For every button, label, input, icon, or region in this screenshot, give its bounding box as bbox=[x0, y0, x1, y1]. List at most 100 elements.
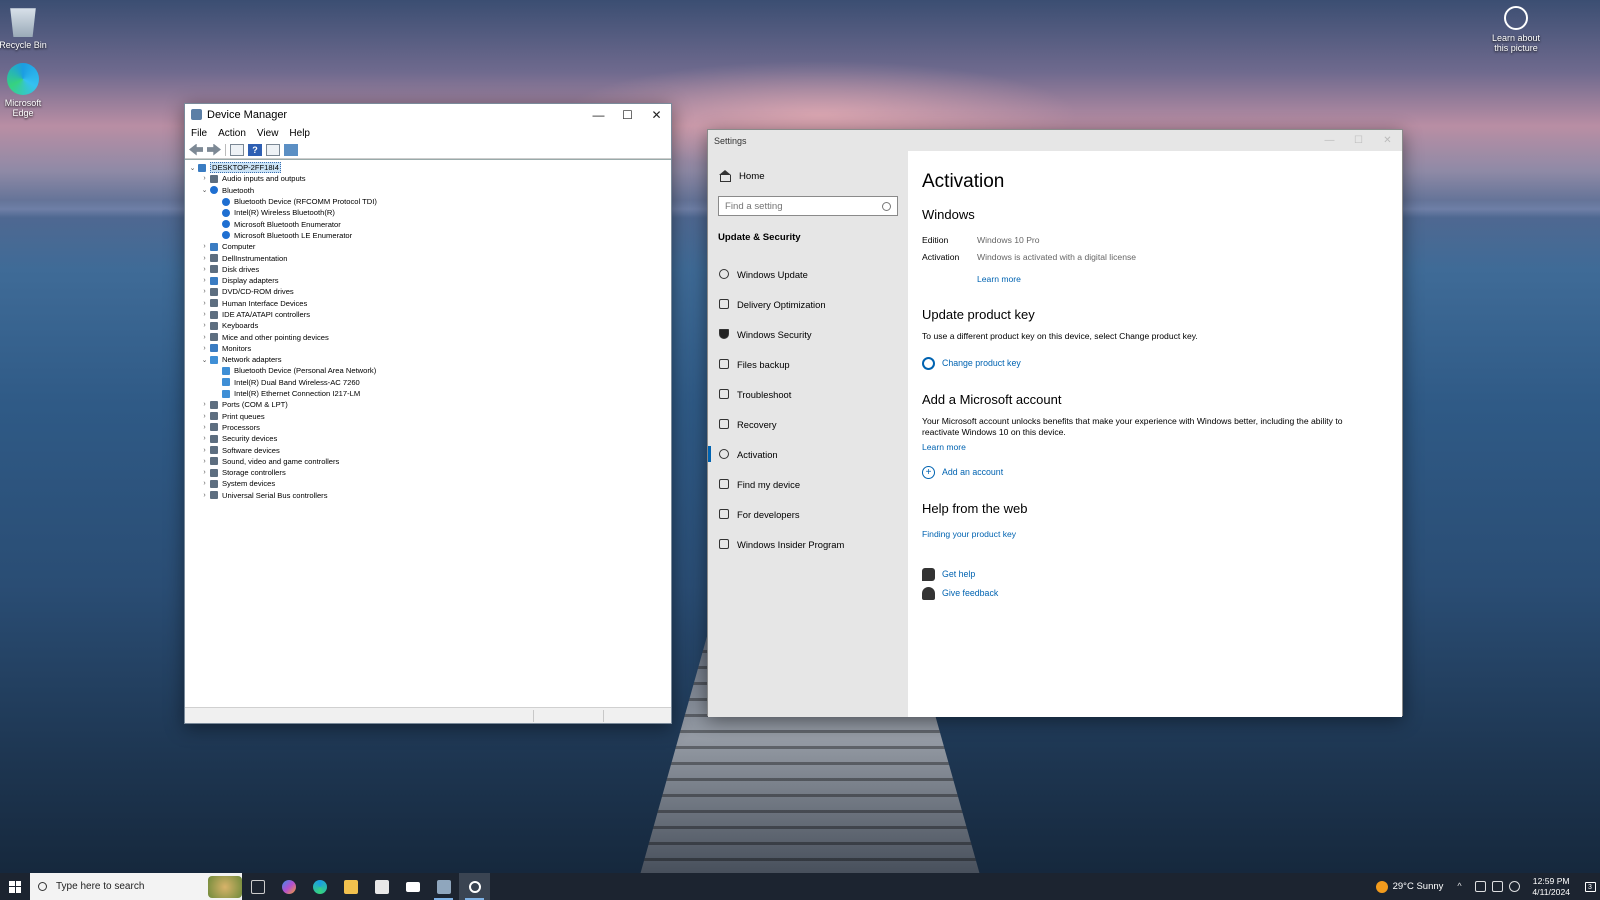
tree-node[interactable]: › Sound, video and game controllers bbox=[185, 456, 671, 467]
expand-chevron-icon[interactable]: › bbox=[199, 458, 210, 465]
close-button[interactable]: ✕ bbox=[1373, 130, 1402, 151]
tree-node[interactable]: › System devices bbox=[185, 478, 671, 489]
tree-node[interactable]: › DVD/CD-ROM drives bbox=[185, 286, 671, 297]
nav-item-activation[interactable]: Activation bbox=[708, 439, 908, 469]
maximize-button[interactable]: ☐ bbox=[613, 104, 642, 125]
nav-item-for-developers[interactable]: For developers bbox=[708, 499, 908, 529]
learn-more-link[interactable]: Learn more bbox=[977, 274, 1021, 284]
nav-item-recovery[interactable]: Recovery bbox=[708, 409, 908, 439]
tree-node[interactable]: › Audio inputs and outputs bbox=[185, 173, 671, 184]
nav-item-troubleshoot[interactable]: Troubleshoot bbox=[708, 379, 908, 409]
give-feedback-button[interactable]: Give feedback bbox=[922, 586, 1402, 600]
expand-chevron-icon[interactable]: › bbox=[199, 492, 210, 499]
taskbar-file-explorer[interactable] bbox=[335, 873, 366, 900]
desktop-icon-recycle-bin[interactable]: Recycle Bin bbox=[0, 5, 53, 50]
expand-chevron-icon[interactable]: › bbox=[199, 175, 210, 182]
tree-node[interactable]: › Software devices bbox=[185, 444, 671, 455]
forward-arrow-icon[interactable] bbox=[207, 143, 221, 156]
desktop-icon-learn-picture[interactable]: Learn about this picture bbox=[1486, 6, 1546, 53]
start-button[interactable] bbox=[0, 873, 30, 900]
tree-node[interactable]: ⌄ Bluetooth bbox=[185, 185, 671, 196]
help-icon[interactable]: ? bbox=[248, 143, 262, 156]
menu-help[interactable]: Help bbox=[289, 128, 310, 139]
weather-widget[interactable]: 29°C Sunny bbox=[1375, 880, 1443, 893]
nav-item-windows-insider-program[interactable]: Windows Insider Program bbox=[708, 529, 908, 559]
expand-chevron-icon[interactable]: › bbox=[199, 334, 210, 341]
expand-chevron-icon[interactable]: › bbox=[199, 435, 210, 442]
nav-item-windows-update[interactable]: Windows Update bbox=[708, 259, 908, 289]
tree-node[interactable]: Microsoft Bluetooth Enumerator bbox=[185, 218, 671, 229]
tree-node[interactable]: › IDE ATA/ATAPI controllers bbox=[185, 309, 671, 320]
security-tray-icon[interactable] bbox=[1475, 881, 1487, 892]
tree-node[interactable]: Intel(R) Dual Band Wireless-AC 7260 bbox=[185, 377, 671, 388]
expand-chevron-icon[interactable]: › bbox=[199, 447, 210, 454]
back-arrow-icon[interactable] bbox=[189, 143, 203, 156]
taskbar-store[interactable] bbox=[366, 873, 397, 900]
menu-action[interactable]: Action bbox=[218, 128, 246, 139]
expand-chevron-icon[interactable]: › bbox=[199, 424, 210, 431]
task-view-button[interactable] bbox=[242, 873, 273, 900]
expand-chevron-icon[interactable]: › bbox=[199, 277, 210, 284]
tree-node[interactable]: › DellInstrumentation bbox=[185, 252, 671, 263]
expand-chevron-icon[interactable]: › bbox=[199, 345, 210, 352]
network-icon[interactable] bbox=[1492, 881, 1504, 892]
chevron-up-icon[interactable]: ^ bbox=[1457, 881, 1469, 892]
taskbar-search[interactable]: Type here to search bbox=[30, 873, 242, 900]
expand-chevron-icon[interactable]: › bbox=[199, 311, 210, 318]
minimize-button[interactable]: — bbox=[1315, 130, 1344, 151]
collapse-chevron-icon[interactable]: ⌄ bbox=[199, 356, 210, 364]
change-key-button[interactable]: Change product key bbox=[922, 356, 1402, 370]
nav-home[interactable]: Home bbox=[708, 167, 908, 185]
tree-node[interactable]: › Mice and other pointing devices bbox=[185, 331, 671, 342]
close-button[interactable]: ✕ bbox=[642, 104, 671, 125]
tree-node[interactable]: Intel(R) Ethernet Connection I217-LM bbox=[185, 388, 671, 399]
volume-icon[interactable] bbox=[1509, 881, 1521, 892]
taskbar-edge[interactable] bbox=[304, 873, 335, 900]
tree-node[interactable]: Intel(R) Wireless Bluetooth(R) bbox=[185, 207, 671, 218]
tree-node[interactable]: Microsoft Bluetooth LE Enumerator bbox=[185, 230, 671, 241]
title-bar[interactable]: Device Manager — ☐ ✕ bbox=[185, 104, 671, 125]
expand-chevron-icon[interactable]: › bbox=[199, 401, 210, 408]
notification-button[interactable]: 3 bbox=[1580, 873, 1600, 900]
settings-search-input[interactable] bbox=[725, 200, 882, 212]
search-icon[interactable] bbox=[882, 201, 891, 211]
nav-item-delivery-optimization[interactable]: Delivery Optimization bbox=[708, 289, 908, 319]
taskbar-copilot[interactable] bbox=[273, 873, 304, 900]
expand-chevron-icon[interactable]: › bbox=[199, 266, 210, 273]
minimize-button[interactable]: — bbox=[584, 104, 613, 125]
tree-node[interactable]: › Disk drives bbox=[185, 264, 671, 275]
expand-chevron-icon[interactable]: › bbox=[199, 480, 210, 487]
tree-node[interactable]: ⌄ DESKTOP-2FF18I4 bbox=[185, 162, 671, 174]
tree-node[interactable]: Bluetooth Device (Personal Area Network) bbox=[185, 365, 671, 376]
expand-chevron-icon[interactable]: › bbox=[199, 255, 210, 262]
expand-chevron-icon[interactable]: › bbox=[199, 243, 210, 250]
tree-node[interactable]: › Processors bbox=[185, 422, 671, 433]
expand-chevron-icon[interactable]: › bbox=[199, 469, 210, 476]
tree-node[interactable]: › Computer bbox=[185, 241, 671, 252]
tree-node[interactable]: › Universal Serial Bus controllers bbox=[185, 490, 671, 501]
tree-node[interactable]: › Human Interface Devices bbox=[185, 298, 671, 309]
menu-file[interactable]: File bbox=[191, 128, 207, 139]
scan-hardware-icon[interactable] bbox=[284, 143, 298, 156]
expand-chevron-icon[interactable]: › bbox=[199, 413, 210, 420]
menu-view[interactable]: View bbox=[257, 128, 279, 139]
tree-node[interactable]: › Display adapters bbox=[185, 275, 671, 286]
tree-node[interactable]: › Ports (COM & LPT) bbox=[185, 399, 671, 410]
clock[interactable]: 12:59 PM 4/11/2024 bbox=[1532, 876, 1570, 898]
collapse-chevron-icon[interactable]: ⌄ bbox=[187, 164, 198, 172]
nav-item-windows-security[interactable]: Windows Security bbox=[708, 319, 908, 349]
tree-node[interactable]: › Print queues bbox=[185, 411, 671, 422]
tree-node[interactable]: Bluetooth Device (RFCOMM Protocol TDI) bbox=[185, 196, 671, 207]
get-help-button[interactable]: Get help bbox=[922, 567, 1402, 581]
nav-item-find-my-device[interactable]: Find my device bbox=[708, 469, 908, 499]
tree-node[interactable]: › Security devices bbox=[185, 433, 671, 444]
taskbar-settings[interactable] bbox=[459, 873, 490, 900]
taskbar-mail[interactable] bbox=[397, 873, 428, 900]
add-account-button[interactable]: + Add an account bbox=[922, 465, 1402, 479]
view-icon[interactable] bbox=[266, 143, 280, 156]
tree-node[interactable]: ⌄ Network adapters bbox=[185, 354, 671, 365]
tree-node[interactable]: › Monitors bbox=[185, 343, 671, 354]
maximize-button[interactable]: ☐ bbox=[1344, 130, 1373, 151]
learn-more-link[interactable]: Learn more bbox=[922, 442, 966, 452]
nav-item-files-backup[interactable]: Files backup bbox=[708, 349, 908, 379]
